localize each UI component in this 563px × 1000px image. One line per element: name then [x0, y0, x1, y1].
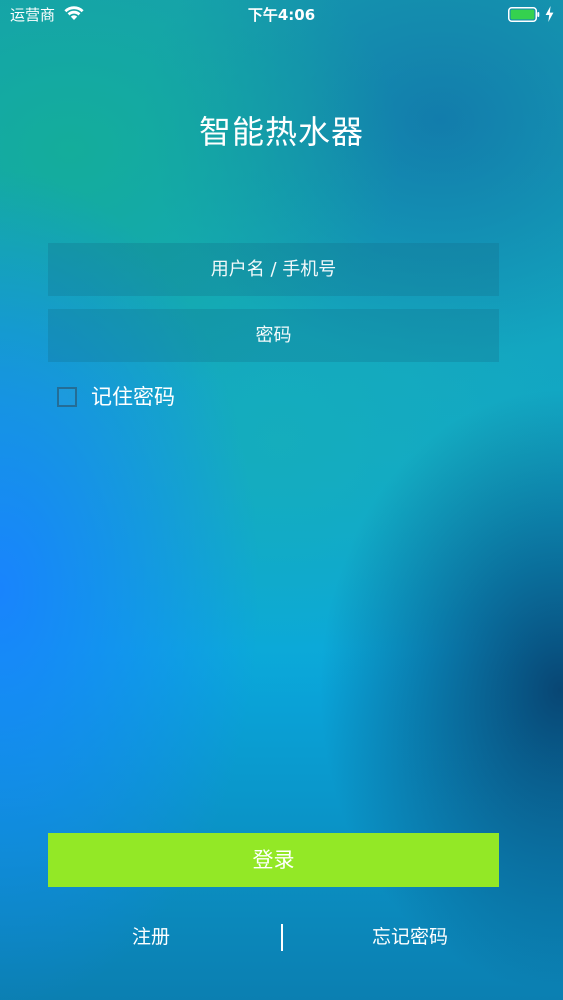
login-screen: 运营商 下午4:06 智能热水器 记住密码 登录 注册 忘记密码: [0, 0, 563, 1000]
footer-divider: [281, 924, 283, 951]
app-title: 智能热水器: [198, 113, 364, 151]
charging-bolt-icon: [545, 6, 554, 22]
remember-password-checkbox[interactable]: [57, 387, 77, 407]
status-bar: 运营商 下午4:06: [0, 0, 563, 30]
battery-icon: [508, 7, 540, 22]
remember-password-label: 记住密码: [91, 385, 175, 409]
login-button[interactable]: 登录: [48, 833, 499, 887]
password-input[interactable]: [48, 309, 499, 362]
remember-password-toggle[interactable]: 记住密码: [57, 382, 175, 412]
status-time: 下午4:06: [247, 6, 316, 24]
forgot-password-link[interactable]: 忘记密码: [350, 922, 470, 952]
register-link[interactable]: 注册: [100, 922, 202, 952]
username-input[interactable]: [48, 243, 499, 296]
